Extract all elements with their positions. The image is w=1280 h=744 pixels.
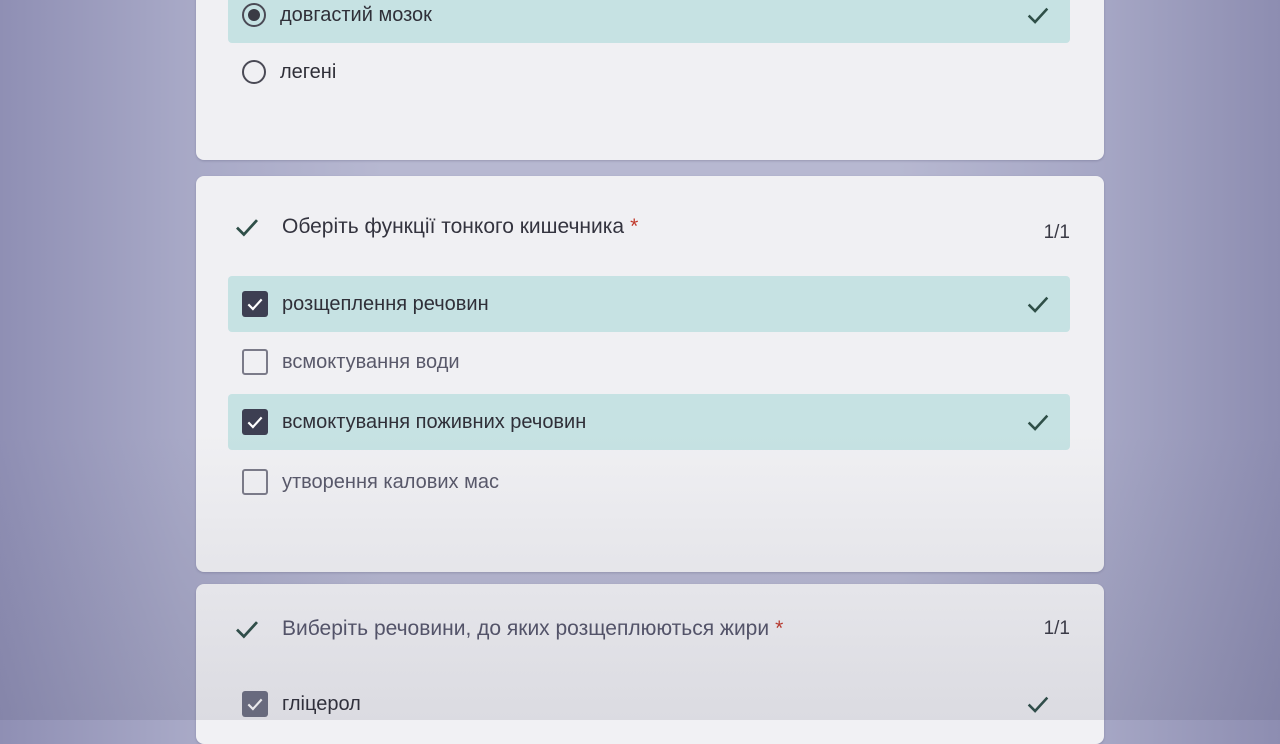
correct-check-icon [1027, 414, 1049, 431]
option-row[interactable]: легені [228, 44, 1070, 100]
question-title: Оберіть функції тонкого кишечника [282, 215, 625, 238]
option-row-selected[interactable]: довгастий мозок [228, 0, 1070, 43]
question-header: Виберіть речовини, до яких розщеплюються… [232, 614, 783, 644]
correct-check-icon [1027, 696, 1049, 713]
checkbox-check-icon [247, 298, 263, 311]
question-score: 1/1 [1043, 222, 1070, 243]
option-row[interactable]: всмоктування води [228, 334, 1070, 390]
checkbox-checked[interactable] [242, 691, 268, 717]
checkbox-checked[interactable] [242, 409, 268, 435]
question-card-2: Оберіть функції тонкого кишечника * 1/1 … [196, 176, 1104, 572]
option-label: розщеплення речовин [282, 292, 489, 315]
radio-button[interactable] [242, 60, 266, 84]
option-row[interactable]: утворення калових мас [228, 454, 1070, 510]
question-title: Виберіть речовини, до яких розщеплюються… [282, 617, 770, 640]
required-asterisk: * [630, 215, 639, 238]
option-row-checked[interactable]: гліцерол [228, 676, 1070, 732]
checkbox-check-icon [247, 698, 263, 711]
checkbox[interactable] [242, 349, 268, 375]
option-label: утворення калових мас [282, 470, 499, 493]
option-label: легені [280, 60, 337, 83]
option-row-checked[interactable]: розщеплення речовин [228, 276, 1070, 332]
option-label: всмоктування води [282, 350, 460, 373]
question-header: Оберіть функції тонкого кишечника * [232, 212, 638, 242]
correct-check-icon [1027, 296, 1049, 313]
question-correct-icon [236, 621, 259, 639]
checkbox-check-icon [247, 416, 263, 429]
checkbox-checked[interactable] [242, 291, 268, 317]
option-label: гліцерол [282, 692, 361, 715]
question-correct-icon [236, 219, 259, 237]
radio-button-selected[interactable] [242, 3, 266, 27]
required-asterisk: * [775, 617, 784, 640]
option-label: всмоктування поживних речовин [282, 410, 587, 433]
checkbox[interactable] [242, 469, 268, 495]
option-row-checked[interactable]: всмоктування поживних речовин [228, 394, 1070, 450]
option-label: довгастий мозок [280, 3, 432, 26]
radio-dot [248, 9, 260, 21]
question-card-1: довгастий мозок легені [196, 0, 1104, 160]
correct-check-icon [1027, 7, 1049, 24]
question-score: 1/1 [1043, 618, 1070, 639]
question-card-3: Виберіть речовини, до яких розщеплюються… [196, 584, 1104, 744]
